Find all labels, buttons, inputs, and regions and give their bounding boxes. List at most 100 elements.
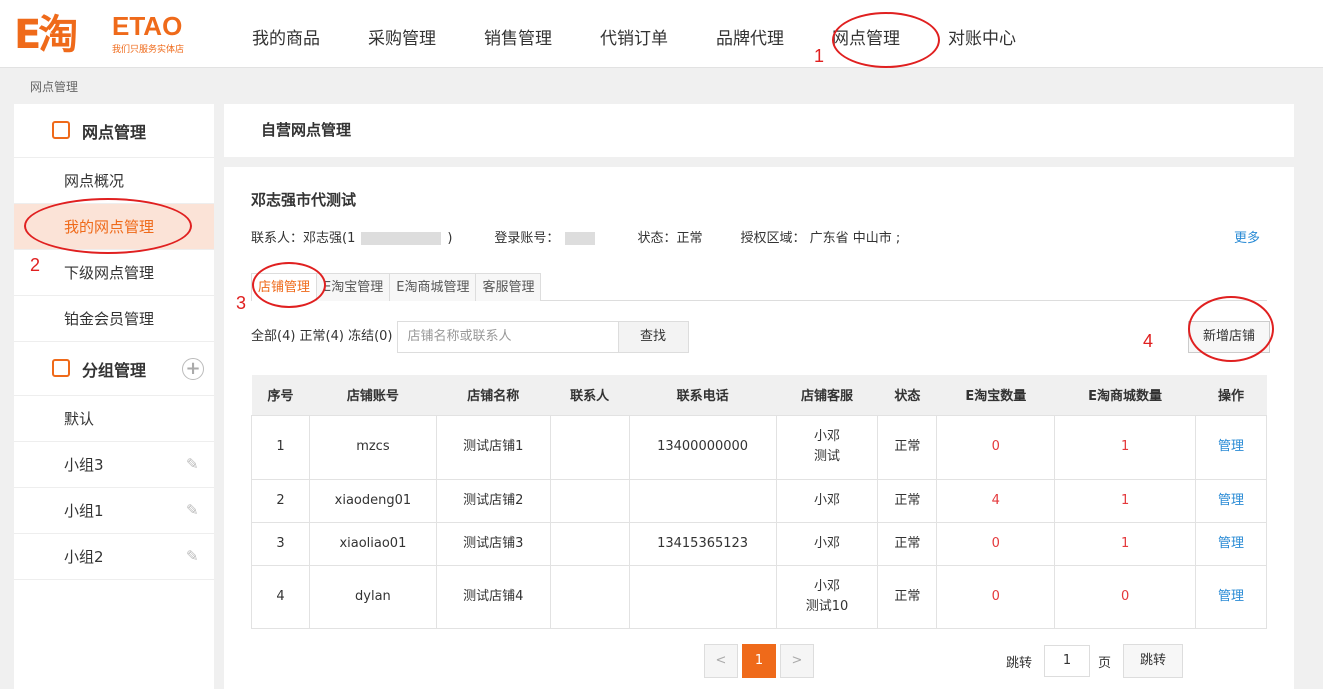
col-status: 状态 (877, 375, 937, 415)
cell-etao-mall-count: 1 (1054, 414, 1197, 480)
col-phone: 联系电话 (629, 375, 777, 415)
search-button[interactable]: 查找 (618, 321, 689, 353)
contact-label: 联系人：邓志强(1) (251, 227, 458, 246)
cell-name: 测试店铺4 (435, 564, 551, 629)
sidebar-item-group-3[interactable]: 小组3 ✎ (14, 442, 214, 488)
group-label: 小组3 (64, 456, 104, 474)
next-page-button[interactable]: > (780, 644, 814, 678)
sidebar-item-group-1[interactable]: 小组1 ✎ (14, 488, 214, 534)
annotation-circle (24, 198, 192, 254)
pencil-icon[interactable]: ✎ (186, 548, 202, 564)
page-number-input[interactable]: 1 (1044, 645, 1091, 677)
col-contact: 联系人 (550, 375, 630, 415)
cell-status: 正常 (877, 521, 938, 566)
manage-link[interactable]: 管理 (1195, 564, 1267, 629)
search-input[interactable]: 店铺名称或联系人 (396, 321, 619, 353)
group-label: 小组2 (64, 548, 104, 566)
main-content: 邓志强市代测试 联系人：邓志强(1) 登录账号： 状态：正常 授权区域： 广东省… (224, 167, 1294, 689)
cell-contact (549, 521, 630, 566)
top-navigation-bar: E淘 ETAO 我们只服务实体店 我的商品 采购管理 销售管理 代销订单 品牌代… (0, 0, 1323, 68)
cell-account: xiaodeng01 (308, 478, 437, 523)
sidebar-item-group-2[interactable]: 小组2 ✎ (14, 534, 214, 580)
sidebar-item-platinum-members[interactable]: 铂金会员管理 (14, 296, 214, 342)
service-line: 测试10 (805, 598, 849, 614)
logo-brand: ETAO (112, 11, 183, 41)
store-table: 序号 店铺账号 店铺名称 联系人 联系电话 店铺客服 状态 E淘宝数量 E淘商城… (251, 375, 1267, 629)
jump-button[interactable]: 跳转 (1123, 644, 1184, 678)
tab-etao-mall[interactable]: E淘商城管理 (389, 273, 477, 301)
sidebar-item-group-default[interactable]: 默认 (14, 396, 214, 442)
annotation-circle (832, 12, 940, 68)
add-group-icon[interactable]: + (182, 358, 204, 380)
tab-etaobao[interactable]: E淘宝管理 (316, 273, 391, 301)
pagination: < 1 > (704, 644, 818, 678)
group-label: 小组1 (64, 502, 104, 520)
cell-etaobao-count: 0 (936, 521, 1056, 566)
cell-no: 2 (251, 478, 310, 523)
cell-name: 测试店铺3 (435, 521, 551, 566)
nav-my-products[interactable]: 我的商品 (228, 0, 344, 68)
tab-bar: 店铺管理 E淘宝管理 E淘商城管理 客服管理 (251, 273, 1267, 301)
manage-link[interactable]: 管理 (1195, 414, 1267, 480)
nav-consignment-orders[interactable]: 代销订单 (576, 0, 692, 68)
breadcrumb: 网点管理 (30, 80, 79, 94)
nav-sales[interactable]: 销售管理 (460, 0, 576, 68)
pencil-icon[interactable]: ✎ (186, 456, 202, 472)
logo-mark: E淘 (14, 12, 78, 58)
cell-contact (549, 414, 630, 480)
cell-status: 正常 (877, 414, 938, 480)
cell-account: mzcs (308, 414, 437, 480)
pencil-icon[interactable]: ✎ (186, 502, 202, 518)
cell-status: 正常 (877, 478, 938, 523)
annotation-number: 4 (1143, 331, 1154, 351)
cell-etaobao-count: 4 (936, 478, 1056, 523)
annotation-number: 3 (236, 293, 247, 313)
manage-link[interactable]: 管理 (1195, 478, 1267, 523)
filter-summary[interactable]: 全部(4) 正常(4) 冻结(0) (251, 321, 393, 353)
sidebar-item-sub-outlets[interactable]: 下级网点管理 (14, 250, 214, 296)
page-jump: 跳转 1 页 跳转 (1006, 644, 1184, 678)
service-line: 小邓 (813, 578, 840, 594)
group-icon (52, 359, 70, 377)
masked-phone (361, 232, 442, 245)
account-text: 登录账号： (494, 231, 560, 246)
cell-no: 4 (251, 564, 310, 629)
cell-status: 正常 (877, 564, 938, 629)
jump-label: 跳转 (1006, 655, 1033, 671)
cell-service: 小邓测试10 (775, 564, 879, 629)
manage-link[interactable]: 管理 (1195, 521, 1267, 566)
cell-etao-mall-count: 1 (1054, 478, 1197, 523)
more-link[interactable]: 更多 (1234, 227, 1260, 246)
table-row: 3 xiaoliao01 测试店铺3 13415365123 小邓 正常 0 1… (251, 521, 1267, 566)
cell-no: 3 (251, 521, 310, 566)
proxy-name: 邓志强市代测试 (251, 191, 357, 209)
annotation-number: 2 (30, 255, 41, 275)
contact-text: 联系人：邓志强(1 (251, 231, 356, 246)
sidebar-section-title: 网点管理 (82, 122, 147, 142)
cell-service: 小邓 (775, 521, 879, 566)
annotation-circle (252, 262, 326, 308)
nav-reconciliation[interactable]: 对账中心 (924, 0, 1040, 68)
prev-page-button[interactable]: < (704, 644, 738, 678)
nav-purchase[interactable]: 采购管理 (344, 0, 460, 68)
cell-contact (549, 478, 630, 523)
cell-service: 小邓 (775, 478, 879, 523)
cell-phone (628, 564, 777, 629)
cell-account: dylan (308, 564, 437, 629)
col-etao-mall-count: E淘商城数量 (1054, 375, 1196, 415)
cell-phone: 13415365123 (628, 521, 777, 566)
tab-customer-service[interactable]: 客服管理 (475, 273, 542, 301)
store-icon (52, 121, 70, 139)
etao-logo[interactable]: E淘 ETAO 我们只服务实体店 (14, 12, 204, 58)
sidebar-section-groups: 分组管理 + (14, 342, 214, 396)
cell-phone: 13400000000 (628, 414, 777, 480)
cell-phone (628, 478, 777, 523)
col-account: 店铺账号 (309, 375, 437, 415)
sidebar-section-title: 分组管理 (82, 360, 147, 380)
table-row: 2 xiaodeng01 测试店铺2 小邓 正常 4 1 管理 (251, 478, 1267, 523)
nav-brand-agency[interactable]: 品牌代理 (692, 0, 808, 68)
service-line: 测试 (813, 449, 840, 464)
page-button-current[interactable]: 1 (742, 644, 776, 678)
cell-contact (549, 564, 630, 629)
page-title: 自营网点管理 (224, 104, 1294, 157)
